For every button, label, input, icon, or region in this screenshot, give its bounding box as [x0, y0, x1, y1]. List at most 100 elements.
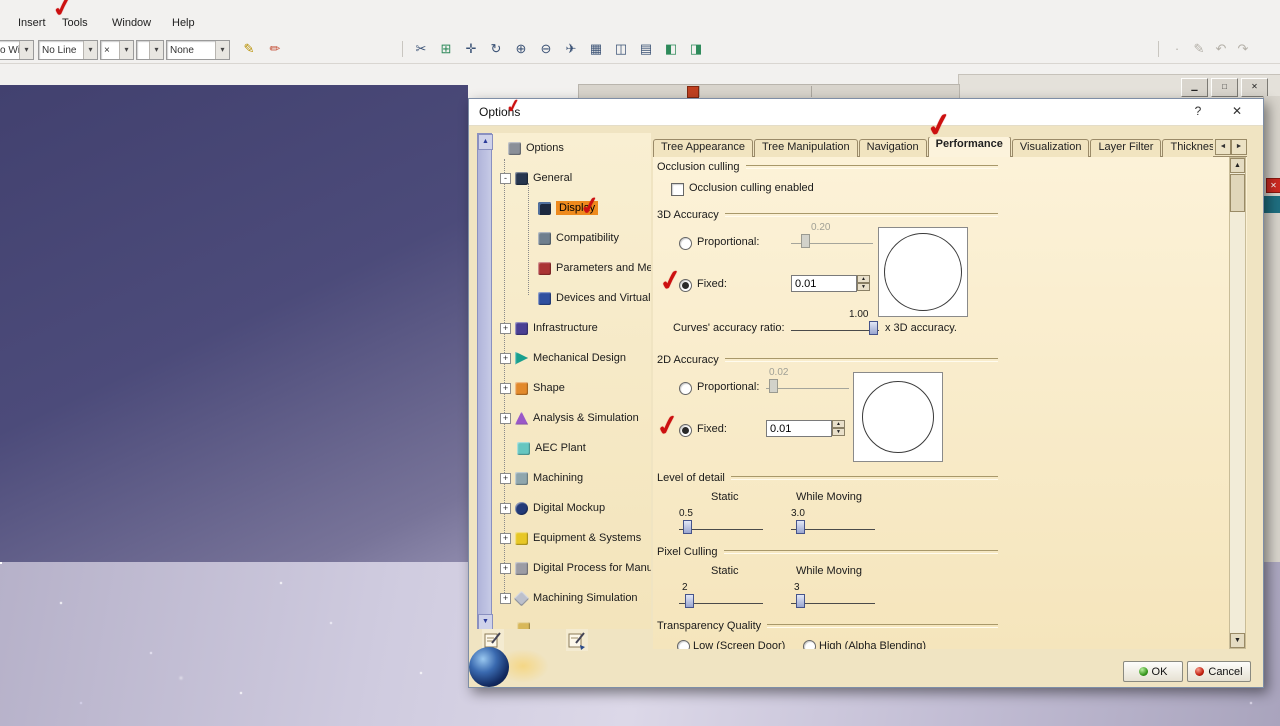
- scroll-up-icon[interactable]: ▲: [1230, 158, 1245, 173]
- tree-item-analysis-simulation[interactable]: + Analysis & Simulation: [492, 407, 651, 429]
- slider-handle[interactable]: [684, 594, 694, 608]
- scroll-down-icon[interactable]: ▼: [478, 614, 493, 629]
- expand-icon[interactable]: +: [500, 532, 511, 544]
- tree-item-partial[interactable]: [492, 617, 651, 629]
- redo-icon[interactable]: ↷: [1232, 39, 1254, 59]
- proportional-3d-radio[interactable]: [679, 237, 692, 250]
- tab-scroll-right-icon[interactable]: ►: [1231, 139, 1247, 155]
- lod-moving-slider[interactable]: [791, 520, 875, 534]
- tree-item-infrastructure[interactable]: + Infrastructure: [492, 317, 651, 339]
- expand-icon[interactable]: +: [500, 592, 511, 604]
- slider-handle[interactable]: [869, 321, 879, 335]
- tree-item-display[interactable]: Display: [492, 197, 651, 219]
- scrollbar-thumb[interactable]: [1230, 174, 1245, 212]
- pan-icon[interactable]: ✛: [460, 39, 482, 59]
- fit-all-icon[interactable]: ⊞: [435, 39, 457, 59]
- lod-static-slider[interactable]: [679, 520, 763, 534]
- zoom-in-icon[interactable]: ⊕: [510, 39, 532, 59]
- expand-icon[interactable]: +: [500, 472, 511, 484]
- view-grid-icon[interactable]: ▦: [585, 39, 607, 59]
- menu-window[interactable]: Window: [112, 17, 151, 29]
- pixel-moving-slider[interactable]: [791, 594, 875, 608]
- expand-icon[interactable]: +: [500, 322, 511, 334]
- transparency-low-radio[interactable]: [677, 640, 690, 649]
- cancel-button[interactable]: Cancel: [1187, 661, 1251, 682]
- tree-item-shape[interactable]: + Shape: [492, 377, 651, 399]
- ok-button[interactable]: OK: [1123, 661, 1183, 682]
- view-render-icon[interactable]: ◨: [685, 39, 707, 59]
- expand-icon[interactable]: +: [500, 352, 511, 364]
- tree-item-mechanical-design[interactable]: + Mechanical Design: [492, 347, 651, 369]
- collapse-icon[interactable]: -: [500, 172, 511, 184]
- 3d-viewport[interactable]: [0, 85, 468, 562]
- restore-icon[interactable]: □: [1211, 78, 1238, 97]
- proportional-2d-slider[interactable]: [766, 379, 849, 393]
- transparency-high-radio[interactable]: [803, 640, 816, 649]
- menu-insert[interactable]: Insert: [18, 17, 46, 29]
- view-shaded-icon[interactable]: ◧: [660, 39, 682, 59]
- scroll-up-icon[interactable]: ▲: [478, 134, 493, 150]
- undo-icon[interactable]: ↶: [1210, 39, 1232, 59]
- slider-handle[interactable]: [683, 520, 693, 534]
- tab-visualization[interactable]: Visualization: [1011, 139, 1090, 157]
- expand-icon[interactable]: +: [500, 562, 511, 574]
- fixed-2d-input[interactable]: [766, 420, 832, 437]
- close-icon[interactable]: ✕: [1266, 178, 1280, 193]
- tab-tree-appearance[interactable]: Tree Appearance: [653, 139, 753, 157]
- slider-handle[interactable]: [769, 379, 779, 393]
- spin-up-icon[interactable]: ▲: [857, 275, 870, 283]
- tree-item-digital-mockup[interactable]: + Digital Mockup: [492, 497, 651, 519]
- curves-ratio-slider[interactable]: [791, 321, 879, 335]
- spin-down-icon[interactable]: ▼: [857, 283, 870, 291]
- tree-tool-button-right[interactable]: [566, 629, 588, 651]
- tree-scrollbar[interactable]: ▲ ▼: [477, 133, 493, 629]
- slider-handle[interactable]: [800, 234, 810, 248]
- pixel-static-slider[interactable]: [679, 594, 763, 608]
- tab-navigation[interactable]: Navigation: [858, 139, 927, 157]
- content-scrollbar[interactable]: ▲ ▼: [1229, 157, 1246, 649]
- proportional-3d-slider[interactable]: [791, 234, 873, 248]
- view-split-icon[interactable]: ◫: [610, 39, 632, 59]
- tree-item-aec-plant[interactable]: AEC Plant: [492, 437, 651, 459]
- expand-icon[interactable]: +: [500, 382, 511, 394]
- line-type-combo[interactable]: No Line ▾: [38, 40, 98, 60]
- line-width-combo[interactable]: o Wic▾: [0, 40, 34, 60]
- expand-icon[interactable]: +: [500, 412, 511, 424]
- fixed-3d-input[interactable]: [791, 275, 857, 292]
- slider-handle[interactable]: [796, 520, 806, 534]
- cut-plane-icon[interactable]: ✂: [410, 39, 432, 59]
- rotate-icon[interactable]: ↻: [485, 39, 507, 59]
- spin-up-icon[interactable]: ▲: [832, 420, 845, 428]
- expand-icon[interactable]: +: [500, 502, 511, 514]
- scroll-down-icon[interactable]: ▼: [1230, 633, 1245, 648]
- occlusion-culling-checkbox[interactable]: [671, 183, 684, 196]
- zoom-out-icon[interactable]: ⊖: [535, 39, 557, 59]
- tab-scroll-left-icon[interactable]: ◄: [1215, 139, 1231, 155]
- view-wireframe-icon[interactable]: ▤: [635, 39, 657, 59]
- menu-help[interactable]: Help: [172, 17, 195, 29]
- render-combo[interactable]: None ▾: [166, 40, 230, 60]
- fly-mode-icon[interactable]: ✈: [560, 39, 582, 59]
- proportional-2d-radio[interactable]: [679, 382, 692, 395]
- pen-icon[interactable]: ✎: [238, 39, 260, 59]
- minimize-icon[interactable]: ▁: [1181, 78, 1208, 97]
- tree-item-equipment-systems[interactable]: + Equipment & Systems: [492, 527, 651, 549]
- tree-item-compatibility[interactable]: Compatibility: [492, 227, 651, 249]
- point-symbol-combo[interactable]: × ▾: [100, 40, 134, 60]
- tree-item-digital-process[interactable]: + Digital Process for Manu: [492, 557, 651, 579]
- dialog-close-button[interactable]: ✕: [1227, 104, 1247, 118]
- slider-handle[interactable]: [796, 594, 806, 608]
- tab-layer-filter[interactable]: Layer Filter: [1090, 139, 1162, 157]
- tree-item-machining[interactable]: + Machining: [492, 467, 651, 489]
- brush-icon[interactable]: ✏: [264, 39, 286, 59]
- tree-item-machining-simulation[interactable]: + Machining Simulation: [492, 587, 651, 609]
- tab-tree-manipulation[interactable]: Tree Manipulation: [753, 139, 858, 157]
- tree-item-options[interactable]: Options: [492, 137, 651, 159]
- spin-down-icon[interactable]: ▼: [832, 428, 845, 436]
- close-icon[interactable]: ✕: [1241, 78, 1268, 97]
- dot-icon[interactable]: ·: [1166, 39, 1188, 59]
- tree-item-parameters[interactable]: Parameters and Meas: [492, 257, 651, 279]
- style-combo[interactable]: ▾: [136, 40, 164, 60]
- dialog-help-button[interactable]: ?: [1189, 104, 1207, 118]
- tree-item-devices[interactable]: Devices and Virtual R: [492, 287, 651, 309]
